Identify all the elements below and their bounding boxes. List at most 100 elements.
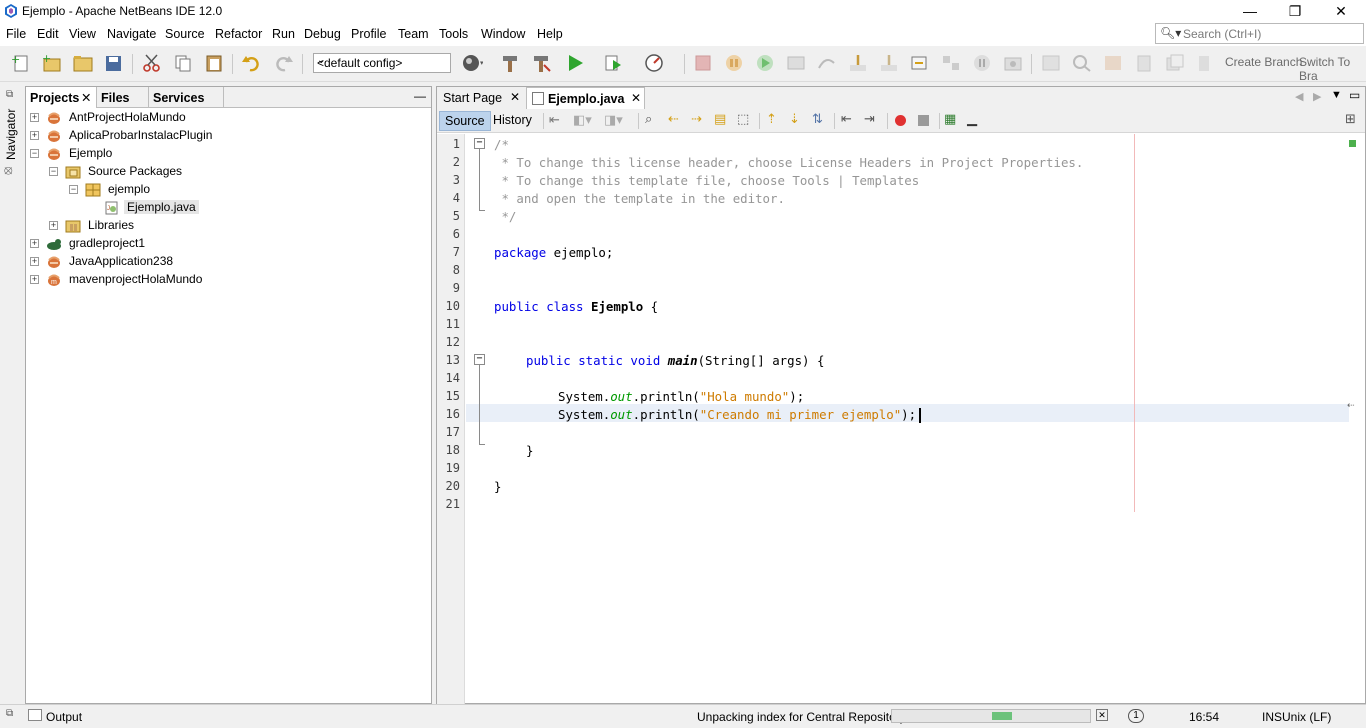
menu-source[interactable]: Source [165,27,205,41]
new-project-icon[interactable]: + [41,53,63,73]
menu-run[interactable]: Run [272,27,295,41]
run-to-cursor-icon[interactable] [909,53,931,73]
config-select[interactable]: <default config> ⌄ [313,53,451,73]
expand-icon[interactable]: + [49,221,58,230]
find-icon[interactable]: ⌕ [645,111,652,127]
uncomment-icon[interactable]: ▁ [967,111,977,127]
toggle-highlight-icon[interactable]: ▤ [714,111,726,127]
take-snapshot-icon[interactable] [1002,53,1024,73]
step-over-expression-icon[interactable] [816,53,838,73]
menu-window[interactable]: Window [481,27,525,41]
menu-profile[interactable]: Profile [351,27,386,41]
git-commit-icon[interactable] [1040,53,1062,73]
next-bookmark-icon[interactable]: ⇣ [789,111,800,127]
output-tab[interactable]: Output [46,710,82,724]
maximize-editor-icon[interactable]: ▭ [1349,88,1360,102]
menu-edit[interactable]: Edit [37,27,59,41]
new-file-icon[interactable]: + [10,53,32,73]
step-over-icon[interactable] [785,53,807,73]
collapse-icon[interactable]: − [49,167,58,176]
git-fetch-icon[interactable] [1133,53,1155,73]
shift-right-icon[interactable]: ⇥ [864,111,875,127]
cut-icon[interactable] [141,53,163,73]
expand-icon[interactable]: + [30,113,39,122]
collapse-icon[interactable]: − [30,149,39,158]
apply-changes-icon[interactable] [940,53,962,73]
comment-icon[interactable]: ▦ [944,111,956,127]
close-window-button[interactable]: ✕ [1318,0,1364,24]
menu-view[interactable]: View [69,27,96,41]
stop-icon[interactable] [692,53,714,73]
find-next-icon[interactable]: ⇢ [691,111,702,127]
menu-tools[interactable]: Tools [439,27,468,41]
tree-item[interactable]: J Ejemplo.java [26,199,426,217]
tree-item[interactable]: + gradleproject1 [26,235,426,253]
fold-toggle-icon[interactable]: − [474,354,485,365]
navigator-tab[interactable]: Navigator [4,108,18,160]
tab-ejemplo-java[interactable]: Ejemplo.java ✕ [526,87,645,109]
tree-item[interactable]: − Ejemplo [26,145,426,163]
scroll-tabs-right-icon[interactable]: ▶ [1313,90,1321,103]
tab-services[interactable]: Services [149,87,224,108]
notifications-icon[interactable]: 1 [1128,709,1144,723]
tree-item[interactable]: + AplicaProbarInstalacPlugin [26,127,426,145]
close-icon[interactable]: ✕ [81,90,91,105]
continue-icon[interactable] [754,53,776,73]
show-opened-documents-icon[interactable]: ▼ [1331,89,1342,101]
tree-item[interactable]: + JavaApplication238 [26,253,426,271]
scroll-tabs-left-icon[interactable]: ◀ [1295,90,1303,103]
redo-icon[interactable] [272,53,294,73]
tree-item[interactable]: − Source Packages [26,163,426,181]
tree-item[interactable]: + m mavenprojectHolaMundo [26,271,426,289]
step-out-icon[interactable] [878,53,900,73]
tab-projects[interactable]: Projects ✕ [26,87,97,108]
git-push-icon[interactable] [1164,53,1186,73]
start-macro-recording-icon[interactable] [895,115,906,126]
history-view-button[interactable]: History [488,111,537,131]
profile-icon[interactable] [644,53,666,73]
expand-icon[interactable]: + [30,239,39,248]
pause-icon[interactable] [723,53,745,73]
undo-icon[interactable] [241,53,263,73]
back-icon[interactable]: ◧▾ [573,112,592,128]
split-editor-icon[interactable]: ⊞ [1345,111,1356,127]
menu-file[interactable]: File [6,27,26,41]
collapse-icon[interactable]: − [69,185,78,194]
paste-icon[interactable] [203,53,225,73]
toggle-bookmark-icon[interactable]: ⇅ [812,111,823,127]
step-into-icon[interactable] [847,53,869,73]
globe-icon[interactable]: ▾ [461,53,483,73]
git-diff-icon[interactable] [1071,53,1093,73]
restore-window-icon[interactable]: ⧉ [6,89,13,100]
switch-to-branch-button[interactable]: Switch To Bra [1299,55,1366,83]
code-editor[interactable]: − − /* * To change this license header, … [466,134,1365,704]
tab-start-page[interactable]: Start Page ✕ [437,87,525,109]
tree-item[interactable]: − ejemplo [26,181,426,199]
menu-help[interactable]: Help [537,27,563,41]
menu-navigate[interactable]: Navigate [107,27,156,41]
tab-files[interactable]: Files [97,87,149,108]
build-hammer-icon[interactable] [499,53,521,73]
pause-io-icon[interactable] [971,53,993,73]
expand-icon[interactable]: + [30,275,39,284]
restore-window-icon[interactable]: ⧉ [6,708,13,719]
rectangular-selection-icon[interactable]: ⬚ [737,111,749,127]
search-box[interactable]: 🔍︎▾ Search (Ctrl+I) [1155,23,1364,44]
forward-icon[interactable]: ◨▾ [604,112,623,128]
close-icon[interactable]: ✕ [631,91,641,105]
cancel-progress-icon[interactable]: ✕ [1096,709,1108,721]
debug-icon[interactable] [603,53,625,73]
tree-item[interactable]: + Libraries [26,217,426,235]
source-view-button[interactable]: Source [439,111,491,131]
previous-bookmark-icon[interactable]: ⇡ [766,111,777,127]
run-icon[interactable]: ▾ [565,53,587,73]
error-stripe-ok-icon[interactable] [1349,140,1356,147]
shift-left-icon[interactable]: ⇤ [841,111,852,127]
minimize-button[interactable]: — [1227,0,1273,24]
last-edit-icon[interactable]: ⇤ [549,112,560,128]
find-previous-icon[interactable]: ⇠ [668,111,679,127]
clean-build-icon[interactable] [530,53,552,73]
menu-team[interactable]: Team [398,27,429,41]
menu-debug[interactable]: Debug [304,27,341,41]
create-branch-button[interactable]: Create Branch [1225,55,1302,69]
